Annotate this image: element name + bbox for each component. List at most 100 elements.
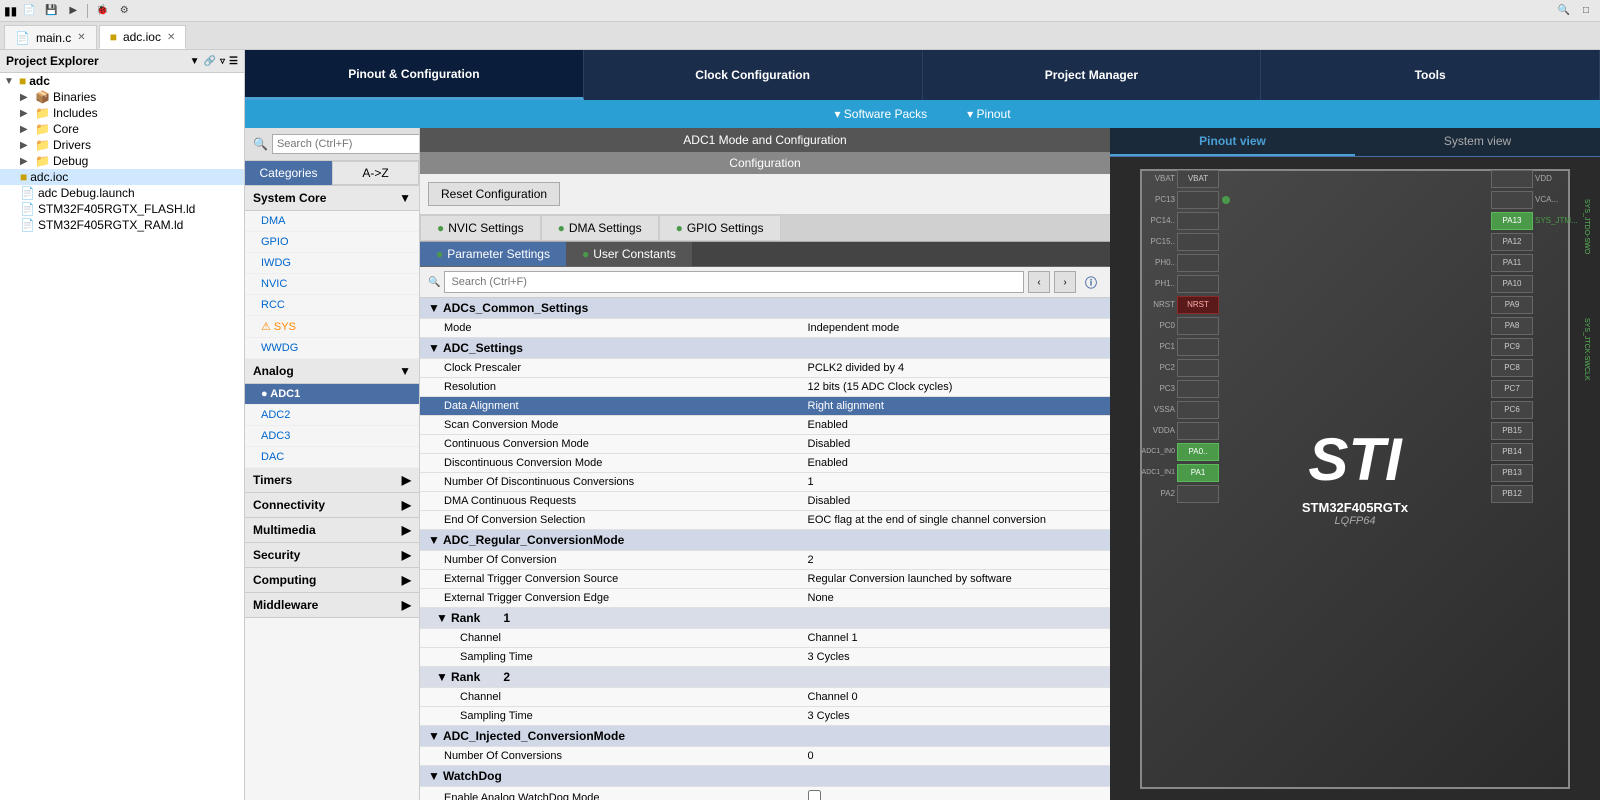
pin-pc14-box[interactable] [1177,212,1219,230]
sub-adc2[interactable]: ADC2 [245,405,419,426]
section-adcs-common[interactable]: ▼ ADCs_Common_Settings [420,298,1110,319]
category-computing[interactable]: Computing ▶ [245,568,419,593]
param-clock-prescaler[interactable]: Clock Prescaler PCLK2 divided by 4 [420,359,1110,378]
info-icon[interactable]: ⓘ [1080,271,1102,293]
pin-vbat-box[interactable]: VBAT [1177,170,1219,188]
pin-row-adc1-in1[interactable]: ADC1_IN1 PA1 [1140,463,1219,483]
pin-row-vssa[interactable]: VSSA [1140,400,1219,420]
pin-pb12-box[interactable]: PB12 [1491,485,1533,503]
pin-row-vdda[interactable]: VDDA [1140,421,1219,441]
tab-gpio[interactable]: ● GPIO Settings [659,215,781,241]
pin-nrst-box[interactable]: NRST [1177,296,1219,314]
pin-row-pc6[interactable]: PC6 [1491,400,1570,420]
param-dma-continuous[interactable]: DMA Continuous Requests Disabled [420,492,1110,511]
tab-az[interactable]: A->Z [332,161,419,185]
pin-row-pc0[interactable]: PC0 [1140,316,1219,336]
lc-search-input[interactable] [272,134,420,154]
perspective-btn[interactable]: □ [1576,2,1596,20]
tab-categories[interactable]: Categories [245,161,332,185]
pin-pa11-box[interactable]: PA11 [1491,254,1533,272]
tab-user-const[interactable]: ● User Constants [566,242,692,266]
pin-pc2-box[interactable] [1177,359,1219,377]
section-adc-regular[interactable]: ▼ ADC_Regular_ConversionMode [420,530,1110,551]
pin-row-pc7[interactable]: PC7 [1491,379,1570,399]
pin-vssa-box[interactable] [1177,401,1219,419]
sub-dac[interactable]: DAC [245,447,419,468]
param-resolution[interactable]: Resolution 12 bits (15 ADC Clock cycles) [420,378,1110,397]
pin-adc1-in0-box[interactable]: PA0.. [1177,443,1219,461]
nav-clock[interactable]: Clock Configuration [584,50,923,100]
tree-flash-ld[interactable]: 📄 STM32F405RGTX_FLASH.ld [0,201,244,217]
tree-debug[interactable]: ▶ 📁 Debug [0,153,244,169]
sub-adc3[interactable]: ADC3 [245,426,419,447]
param-num-conv-inj[interactable]: Number Of Conversions 0 [420,747,1110,766]
pin-row-vca[interactable]: VCA... [1491,190,1570,210]
pin-row-pc14[interactable]: PC14.. [1140,211,1219,231]
pin-row-pa10[interactable]: PA10 [1491,274,1570,294]
pin-row-pb14[interactable]: PB14 [1491,442,1570,462]
collapse-icon[interactable]: ▼ [190,56,200,67]
category-middleware[interactable]: Middleware ▶ [245,593,419,618]
save-btn[interactable]: 💾 [41,2,61,20]
param-continuous-conversion[interactable]: Continuous Conversion Mode Disabled [420,435,1110,454]
pin-row-pa2[interactable]: PA2 [1140,484,1219,504]
pin-row-ph1[interactable]: PH1.. [1140,274,1219,294]
sub-nav-software-packs[interactable]: ▾ Software Packs [834,107,927,121]
sub-rcc[interactable]: RCC [245,295,419,316]
sub-iwdg[interactable]: IWDG [245,253,419,274]
pin-pc3-box[interactable] [1177,380,1219,398]
category-analog[interactable]: Analog ▼ [245,359,419,384]
param-end-conversion[interactable]: End Of Conversion Selection EOC flag at … [420,511,1110,530]
pin-row-pa13[interactable]: PA13 SYS_JTM... [1491,211,1570,231]
pin-pc8-box[interactable]: PC8 [1491,359,1533,377]
section-rank1[interactable]: ▼ Rank 1 [420,608,1110,629]
section-rank2[interactable]: ▼ Rank 2 [420,667,1110,688]
pin-row-pa11[interactable]: PA11 [1491,253,1570,273]
category-security[interactable]: Security ▶ [245,543,419,568]
param-scan-conversion[interactable]: Scan Conversion Mode Enabled [420,416,1110,435]
search-prev-btn[interactable]: ‹ [1028,271,1050,293]
pin-pc9-box[interactable]: PC9 [1491,338,1533,356]
pin-pb13-box[interactable]: PB13 [1491,464,1533,482]
pin-row-vbat[interactable]: VBAT VBAT [1140,169,1219,189]
pin-row-pc15[interactable]: PC15.. [1140,232,1219,252]
pin-row-pc13[interactable]: PC13 [1140,190,1219,210]
settings-btn[interactable]: ⚙ [114,2,134,20]
menu-icon[interactable]: ☰ [229,56,238,67]
param-discontinuous-conversion[interactable]: Discontinuous Conversion Mode Enabled [420,454,1110,473]
param-channel1[interactable]: Channel Channel 1 [420,629,1110,648]
pin-pa9-box[interactable]: PA9 [1491,296,1533,314]
pin-pc1-box[interactable] [1177,338,1219,356]
tab-system-view[interactable]: System view [1355,128,1600,156]
pin-row-adc1-in0[interactable]: ADC1_IN0 PA0.. [1140,442,1219,462]
pin-row-pa12[interactable]: PA12 [1491,232,1570,252]
pin-pa2-box[interactable] [1177,485,1219,503]
param-mode[interactable]: Mode Independent mode [420,319,1110,338]
pin-row-pc2[interactable]: PC2 [1140,358,1219,378]
pin-pc13-box[interactable] [1177,191,1219,209]
section-adc-settings[interactable]: ▼ ADC_Settings [420,338,1110,359]
sub-adc1[interactable]: ● ADC1 [245,384,419,405]
pin-vdd-r-box[interactable] [1491,170,1533,188]
tree-core[interactable]: ▶ 📁 Core [0,121,244,137]
tree-ram-ld[interactable]: 📄 STM32F405RGTX_RAM.ld [0,217,244,233]
section-adc-injected[interactable]: ▼ ADC_Injected_ConversionMode [420,726,1110,747]
pin-adc1-in1-box[interactable]: PA1 [1177,464,1219,482]
pin-ph0-box[interactable] [1177,254,1219,272]
pin-pb15-box[interactable]: PB15 [1491,422,1533,440]
pin-row-pb15[interactable]: PB15 [1491,421,1570,441]
param-sampling1[interactable]: Sampling Time 3 Cycles [420,648,1110,667]
category-multimedia[interactable]: Multimedia ▶ [245,518,419,543]
tab-adc-ioc[interactable]: ■ adc.ioc ✕ [99,25,187,49]
new-btn[interactable]: 📄 [19,2,39,20]
sub-dma[interactable]: DMA [245,211,419,232]
pin-row-pb13[interactable]: PB13 [1491,463,1570,483]
pin-pb14-box[interactable]: PB14 [1491,443,1533,461]
tab-param[interactable]: ● Parameter Settings [420,242,566,266]
pin-row-pc3[interactable]: PC3 [1140,379,1219,399]
tree-drivers[interactable]: ▶ 📁 Drivers [0,137,244,153]
debug-btn[interactable]: 🐞 [92,2,112,20]
param-ext-trigger-source[interactable]: External Trigger Conversion Source Regul… [420,570,1110,589]
tree-adc-project[interactable]: ▼ ■ adc [0,73,244,89]
pin-pc0-box[interactable] [1177,317,1219,335]
